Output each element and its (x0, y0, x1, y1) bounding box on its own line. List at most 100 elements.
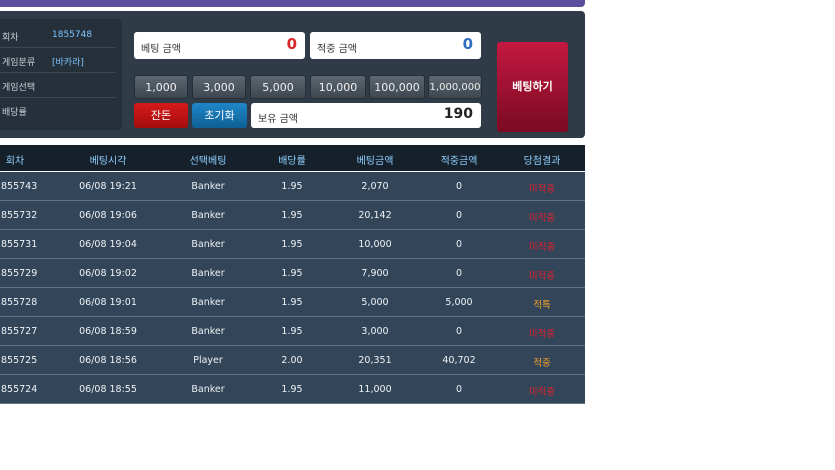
column-header: 회차 (5, 156, 25, 167)
win-amount-cell: 40,702 (442, 355, 476, 366)
win-amount-cell: 5,000 (445, 297, 473, 308)
round-cell: 855725 (1, 355, 38, 366)
column-header: 적중금액 (440, 156, 478, 167)
win-amount-cell: 0 (455, 181, 463, 192)
result-cell: 적특 (533, 300, 551, 311)
info-row-round: 회차 1855748 (0, 23, 116, 48)
bet-time-cell: 06/08 19:02 (79, 268, 137, 279)
chip-100000-button[interactable]: 100,000 (369, 75, 425, 99)
selection-cell: Banker (191, 384, 225, 395)
bet-amount-display: 베팅 금액 0 (134, 32, 305, 59)
column-header: 베팅금액 (356, 156, 394, 167)
win-amount-cell: 0 (455, 384, 463, 395)
chip-1000000-button[interactable]: 1,000,000 (428, 75, 482, 99)
result-cell: 적중 (533, 358, 551, 369)
bet-amount-cell: 5,000 (361, 297, 389, 308)
odds-cell: 2.00 (281, 355, 303, 366)
round-cell: 855729 (1, 268, 38, 279)
column-header: 선택베팅 (189, 156, 227, 167)
selection-cell: Banker (191, 181, 225, 192)
top-accent-bar (0, 0, 585, 7)
info-row-game-type: 게임분류 [바카라] (0, 48, 116, 73)
bet-time-cell: 06/08 19:06 (79, 210, 137, 221)
win-amount-label: 적중 금액 (317, 44, 357, 55)
chip-1000-button[interactable]: 1,000 (134, 75, 188, 99)
bet-amount-cell: 7,900 (361, 268, 389, 279)
selection-cell: Player (193, 355, 223, 366)
round-cell: 855728 (1, 297, 38, 308)
odds-cell: 1.95 (281, 239, 303, 250)
column-header: 배당률 (278, 156, 306, 167)
bet-amount-cell: 2,070 (361, 181, 389, 192)
bet-amount-label: 베팅 금액 (141, 44, 181, 55)
bet-amount-cell: 11,000 (358, 384, 392, 395)
table-row: 855731 06/08 19:04 Banker 1.95 10,000 0 미적중 (0, 230, 585, 259)
bet-time-cell: 06/08 19:01 (79, 297, 137, 308)
bet-amount-cell: 3,000 (361, 326, 389, 337)
bet-time-cell: 06/08 19:21 (79, 181, 137, 192)
win-amount-display: 적중 금액 0 (310, 32, 481, 59)
info-label: 게임분류 (2, 58, 36, 68)
info-label: 회차 (2, 33, 19, 43)
reset-button[interactable]: 초기화 (192, 103, 247, 128)
result-cell: 미적중 (528, 242, 556, 253)
game-info-panel: 회차 1855748 게임분류 [바카라] 게임선택 배당률 (0, 19, 122, 130)
betting-panel: 회차 1855748 게임분류 [바카라] 게임선택 배당률 베팅 금액 0 적… (0, 11, 585, 138)
info-value: 1855748 (52, 30, 93, 40)
odds-cell: 1.95 (281, 181, 303, 192)
odds-cell: 1.95 (281, 210, 303, 221)
table-row: 855743 06/08 19:21 Banker 1.95 2,070 0 미적중 (0, 172, 585, 201)
bet-time-cell: 06/08 18:59 (79, 326, 137, 337)
odds-cell: 1.95 (281, 297, 303, 308)
info-label: 게임선택 (2, 83, 36, 93)
round-cell: 855727 (1, 326, 38, 337)
bet-amount-value: 0 (286, 35, 297, 53)
result-cell: 미적중 (528, 387, 556, 398)
balance-label: 보유 금액 (258, 114, 298, 125)
bet-amount-cell: 20,142 (358, 210, 392, 221)
info-row-game-select: 게임선택 (0, 73, 116, 98)
change-button[interactable]: 잔돈 (134, 103, 188, 128)
bet-time-cell: 06/08 18:55 (79, 384, 137, 395)
table-row: 855727 06/08 18:59 Banker 1.95 3,000 0 미적중 (0, 317, 585, 346)
win-amount-value: 0 (462, 35, 473, 53)
table-row: 855732 06/08 19:06 Banker 1.95 20,142 0 미적중 (0, 201, 585, 230)
odds-cell: 1.95 (281, 326, 303, 337)
win-amount-cell: 0 (455, 210, 463, 221)
bet-amount-cell: 10,000 (358, 239, 392, 250)
round-cell: 855731 (1, 239, 38, 250)
balance-value: 190 (443, 106, 473, 122)
place-bet-button[interactable]: 베팅하기 (497, 42, 568, 132)
info-row-odds: 배당률 (0, 98, 116, 122)
table-row: 855729 06/08 19:02 Banker 1.95 7,900 0 미적중 (0, 259, 585, 288)
table-row: 855728 06/08 19:01 Banker 1.95 5,000 5,000 적특 (0, 288, 585, 317)
win-amount-cell: 0 (455, 239, 463, 250)
selection-cell: Banker (191, 268, 225, 279)
balance-display: 보유 금액 190 (251, 103, 481, 128)
odds-cell: 1.95 (281, 268, 303, 279)
bet-time-cell: 06/08 19:04 (79, 239, 137, 250)
bet-time-cell: 06/08 18:56 (79, 355, 137, 366)
result-cell: 미적중 (528, 213, 556, 224)
round-cell: 855732 (1, 210, 38, 221)
chip-3000-button[interactable]: 3,000 (192, 75, 246, 99)
table-row: 855724 06/08 18:55 Banker 1.95 11,000 0 미적중 (0, 375, 585, 404)
info-value: [바카라] (52, 58, 84, 68)
selection-cell: Banker (191, 326, 225, 337)
chip-5000-button[interactable]: 5,000 (250, 75, 306, 99)
column-header: 베팅시각 (89, 156, 127, 167)
result-cell: 미적중 (528, 184, 556, 195)
table-header: 회차 베팅시각 선택베팅 배당률 베팅금액 적중금액 당첨결과 (0, 145, 585, 171)
bet-amount-cell: 20,351 (358, 355, 392, 366)
selection-cell: Banker (191, 210, 225, 221)
odds-cell: 1.95 (281, 384, 303, 395)
win-amount-cell: 0 (455, 268, 463, 279)
round-cell: 855743 (1, 181, 38, 192)
round-cell: 855724 (1, 384, 38, 395)
info-label: 배당률 (2, 108, 27, 118)
selection-cell: Banker (191, 297, 225, 308)
result-cell: 미적중 (528, 271, 556, 282)
win-amount-cell: 0 (455, 326, 463, 337)
table-row: 855725 06/08 18:56 Player 2.00 20,351 40,702 적… (0, 346, 585, 375)
chip-10000-button[interactable]: 10,000 (310, 75, 366, 99)
